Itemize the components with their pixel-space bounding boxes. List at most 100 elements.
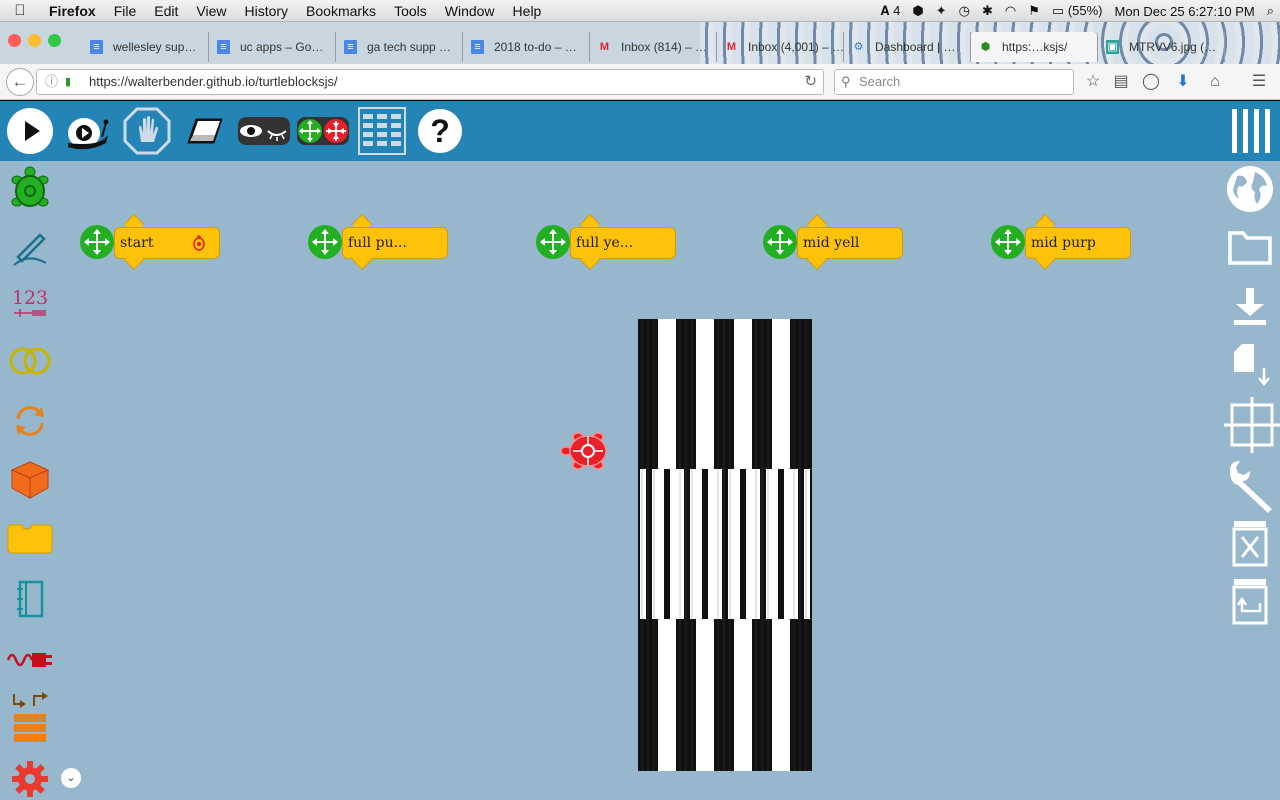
action-block-full-yellow[interactable]: full ye... (536, 214, 681, 270)
palette-boxes[interactable] (6, 455, 54, 503)
search-input[interactable]: ⚲ Search (834, 69, 1074, 95)
flag-icon[interactable]: ⚑ (1022, 3, 1046, 19)
web-button[interactable] (1224, 163, 1276, 215)
menu-window[interactable]: Window (436, 3, 504, 19)
hide-blocks-button[interactable] (236, 107, 292, 155)
restore-trash-button[interactable] (1224, 575, 1276, 627)
back-button[interactable]: ← (6, 68, 34, 96)
coordinate-grid-button[interactable] (1224, 397, 1280, 453)
action-block-label: full ye... (576, 235, 634, 251)
wrench-icon (1230, 461, 1272, 513)
tab-wellesley[interactable]: ≡ wellesley sup… (82, 32, 209, 62)
tab-2018-todo[interactable]: ≡ 2018 to-do – … (463, 32, 590, 62)
tab-image[interactable]: ▣ MTRVV6.jpg (… (1098, 32, 1225, 62)
spotlight-icon[interactable]: ⌕ (1261, 3, 1280, 19)
minimize-window-button[interactable] (28, 34, 41, 47)
time-machine-icon[interactable]: ◷ (953, 3, 976, 19)
battery-icon[interactable]: ▭ (55%) (1046, 3, 1109, 19)
downloads-icon[interactable]: ⬇ (1172, 71, 1194, 93)
main-menu-button[interactable] (1224, 105, 1276, 157)
grid-menu-button[interactable] (357, 107, 407, 155)
menu-view[interactable]: View (187, 3, 235, 19)
datetime[interactable]: Mon Dec 25 6:27:10 PM (1109, 4, 1261, 19)
url-bar[interactable]: ⓘ ▮ https://walterbender.github.io/turtl… (36, 69, 824, 95)
start-block[interactable]: start (80, 214, 225, 270)
palette-sensors[interactable] (6, 635, 54, 683)
heap-stack-icon (13, 692, 48, 742)
apple-icon[interactable]:  (0, 2, 40, 19)
grid-menu-icon (358, 107, 406, 155)
battery-percent: (55%) (1067, 3, 1103, 18)
action-block-mid-yellow[interactable]: mid yell (763, 214, 908, 270)
search-placeholder: Search (859, 74, 901, 89)
help-button[interactable]: ? (418, 109, 462, 153)
dropbox-icon[interactable]: ⬢ (906, 3, 929, 19)
tab-uc-apps[interactable]: ≡ uc apps – Go… (209, 32, 336, 62)
tab-title: 2018 to-do – … (494, 40, 577, 54)
boolean-rings-icon (9, 347, 51, 375)
tab-ga-tech[interactable]: ≡ ga tech supp … (336, 32, 463, 62)
palette-action[interactable] (6, 515, 54, 563)
docs-icon: ≡ (217, 40, 230, 54)
gear-icon: ⚙ (853, 41, 864, 53)
palette-flow[interactable] (6, 397, 54, 445)
palette-media[interactable] (6, 575, 54, 623)
slow-run-button[interactable] (62, 107, 112, 155)
action-block-mid-purple[interactable]: mid purp (991, 214, 1136, 270)
move-arrows-icon[interactable] (80, 225, 114, 259)
adobe-icon[interactable]: 𝐀 4 (874, 3, 906, 19)
palette-pen[interactable] (6, 223, 54, 271)
palette-scroll-down-icon[interactable]: ⌄ (61, 768, 81, 788)
save-button[interactable] (1224, 281, 1276, 333)
menu-tools[interactable]: Tools (385, 3, 436, 19)
menu-edit[interactable]: Edit (145, 3, 187, 19)
save-plugin-button[interactable] (1224, 339, 1276, 391)
lock-icon[interactable]: ▮ (65, 70, 71, 94)
menu-app-name[interactable]: Firefox (40, 3, 105, 19)
palette-heap[interactable] (6, 691, 54, 747)
open-button[interactable] (1224, 221, 1276, 273)
wifi-icon[interactable]: ◠ (999, 3, 1022, 19)
bookmark-star-icon[interactable]: ☆ (1082, 71, 1104, 93)
pocket-icon[interactable]: ◯ (1140, 71, 1162, 93)
menu-file[interactable]: File (105, 3, 146, 19)
turtle-sprite[interactable] (558, 429, 614, 473)
folder-icon (1228, 231, 1272, 265)
page-download-icon (1234, 344, 1270, 386)
zoom-window-button[interactable] (48, 34, 61, 47)
palette-boolean[interactable] (6, 337, 54, 385)
reload-icon[interactable]: ↻ (804, 70, 817, 94)
menu-help[interactable]: Help (504, 3, 551, 19)
tab-turtleblocks[interactable]: ⬢ https:…ksjs/ (971, 32, 1098, 62)
tab-inbox-814[interactable]: M Inbox (814) – … (590, 32, 717, 62)
close-window-button[interactable] (8, 34, 21, 47)
tab-dashboard[interactable]: ⚙ Dashboard | … (844, 32, 971, 62)
action-block-full-purple[interactable]: full pu... (308, 214, 453, 270)
settings-button[interactable] (1224, 459, 1280, 515)
move-arrows-icon[interactable] (991, 225, 1025, 259)
tab-inbox-4001[interactable]: M Inbox (4,001) – … (717, 32, 844, 62)
palette-turtle[interactable] (6, 165, 54, 213)
palette-extras[interactable] (6, 755, 54, 800)
grid-crosshair-icon (1224, 397, 1280, 453)
home-icon[interactable]: ⌂ (1204, 71, 1226, 93)
right-toolbar (1222, 101, 1280, 800)
menu-bookmarks[interactable]: Bookmarks (297, 3, 385, 19)
stop-button[interactable] (122, 107, 172, 155)
hamburger-menu-icon[interactable]: ☰ (1248, 71, 1270, 93)
menu-history[interactable]: History (235, 3, 297, 19)
bluetooth-icon[interactable]: ✱ (976, 3, 999, 19)
tools-icon[interactable]: ✦ (930, 3, 953, 19)
palette-number[interactable]: 123 (6, 279, 54, 327)
mini-turtle-icon (193, 235, 205, 251)
docs-icon: ≡ (471, 40, 484, 54)
move-arrows-icon[interactable] (308, 225, 342, 259)
move-arrows-icon[interactable] (536, 225, 570, 259)
clear-button[interactable] (182, 107, 230, 155)
clear-trash-button[interactable] (1224, 517, 1276, 569)
collapse-blocks-button[interactable] (295, 107, 351, 155)
play-button[interactable] (7, 108, 53, 154)
info-icon[interactable]: ⓘ (45, 70, 58, 94)
move-arrows-icon[interactable] (763, 225, 797, 259)
reading-list-icon[interactable]: ▤ (1110, 71, 1132, 93)
